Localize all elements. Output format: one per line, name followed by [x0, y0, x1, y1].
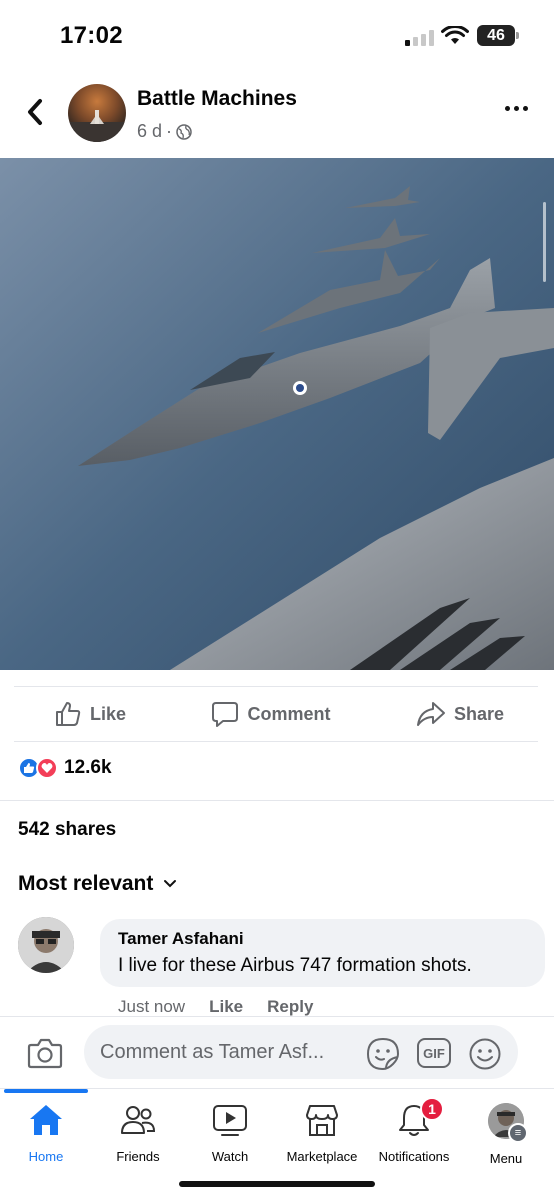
back-button[interactable] — [18, 92, 52, 132]
tab-watch-label: Watch — [211, 1149, 249, 1164]
comment-author[interactable]: Tamer Asfahani — [118, 929, 527, 949]
tab-friends[interactable]: Friends — [92, 1103, 184, 1164]
tab-marketplace[interactable]: Marketplace — [276, 1103, 368, 1164]
watch-icon — [213, 1105, 247, 1136]
wifi-icon — [441, 26, 469, 44]
post-header: Battle Machines 6 d · — [0, 70, 554, 158]
camera-icon[interactable] — [27, 1037, 63, 1069]
comment-like-button[interactable]: Like — [209, 997, 243, 1017]
globe-icon — [176, 123, 192, 140]
comment-text: I live for these Airbus 747 formation sh… — [118, 955, 472, 976]
post-photo[interactable] — [0, 158, 554, 670]
love-reaction-icon — [36, 757, 58, 779]
share-button[interactable]: Share — [416, 700, 504, 728]
share-icon — [416, 702, 445, 726]
like-icon — [56, 702, 81, 726]
comment-button[interactable]: Comment — [211, 700, 331, 728]
home-icon — [30, 1105, 62, 1135]
like-label: Like — [90, 703, 127, 724]
tab-home-label: Home — [28, 1149, 64, 1164]
active-tab-indicator — [4, 1089, 88, 1093]
menu-avatar — [488, 1103, 528, 1143]
comment-time: Just now — [118, 997, 186, 1016]
post-action-bar: Like Comment Share — [14, 686, 538, 742]
status-time: 17:02 — [60, 22, 123, 49]
comment-bubble[interactable]: Tamer Asfahani I live for these Airbus 7… — [100, 919, 545, 987]
chevron-down-icon — [164, 880, 177, 888]
tab-notifications-label: Notifications — [378, 1149, 450, 1164]
comment-reply-button[interactable]: Reply — [267, 997, 313, 1017]
comment-actions: Just now Like Reply — [118, 997, 313, 1017]
photo-scroll-indicator — [543, 202, 546, 282]
page-name[interactable]: Battle Machines — [137, 87, 297, 111]
tab-menu-label: Menu — [489, 1151, 523, 1166]
tab-home[interactable]: Home — [0, 1103, 92, 1164]
more-icon[interactable] — [505, 106, 528, 111]
comment-input[interactable] — [84, 1025, 518, 1079]
gif-button[interactable]: GIF — [417, 1038, 451, 1068]
tab-menu[interactable]: Menu — [460, 1103, 552, 1166]
back-icon — [28, 99, 42, 125]
battery-indicator: 46 — [477, 25, 519, 46]
share-label: Share — [453, 703, 504, 724]
tab-watch[interactable]: Watch — [184, 1103, 276, 1164]
comment-composer: GIF — [0, 1016, 554, 1088]
like-button[interactable]: Like — [54, 700, 126, 728]
page-avatar[interactable] — [68, 84, 126, 142]
marketplace-icon — [306, 1105, 338, 1136]
commenter-avatar[interactable] — [18, 917, 74, 973]
meta-separator: · — [166, 121, 173, 141]
post-age[interactable]: 6 d — [137, 121, 162, 142]
friends-icon — [121, 1106, 156, 1134]
comment-label: Comment — [247, 703, 331, 724]
divider — [0, 800, 554, 801]
status-bar: 17:02 46 — [0, 0, 554, 70]
tab-friends-label: Friends — [116, 1149, 160, 1164]
sticker-icon[interactable] — [366, 1037, 400, 1071]
tab-notifications[interactable]: 1 Notifications — [368, 1097, 460, 1164]
sort-label: Most relevant — [18, 872, 154, 895]
signal-icon — [405, 30, 435, 46]
tab-marketplace-label: Marketplace — [286, 1149, 358, 1164]
home-indicator — [179, 1181, 375, 1187]
post-meta: 6 d · — [137, 121, 192, 142]
shares-count[interactable]: 542 shares — [18, 819, 116, 841]
comment-icon — [212, 702, 239, 727]
emoji-icon[interactable] — [468, 1037, 502, 1071]
notification-badge: 1 — [420, 1097, 444, 1121]
reaction-count: 12.6k — [64, 757, 112, 778]
comment-sort-dropdown[interactable]: Most relevant — [18, 872, 177, 896]
reactions-summary[interactable]: 12.6k — [18, 757, 112, 779]
